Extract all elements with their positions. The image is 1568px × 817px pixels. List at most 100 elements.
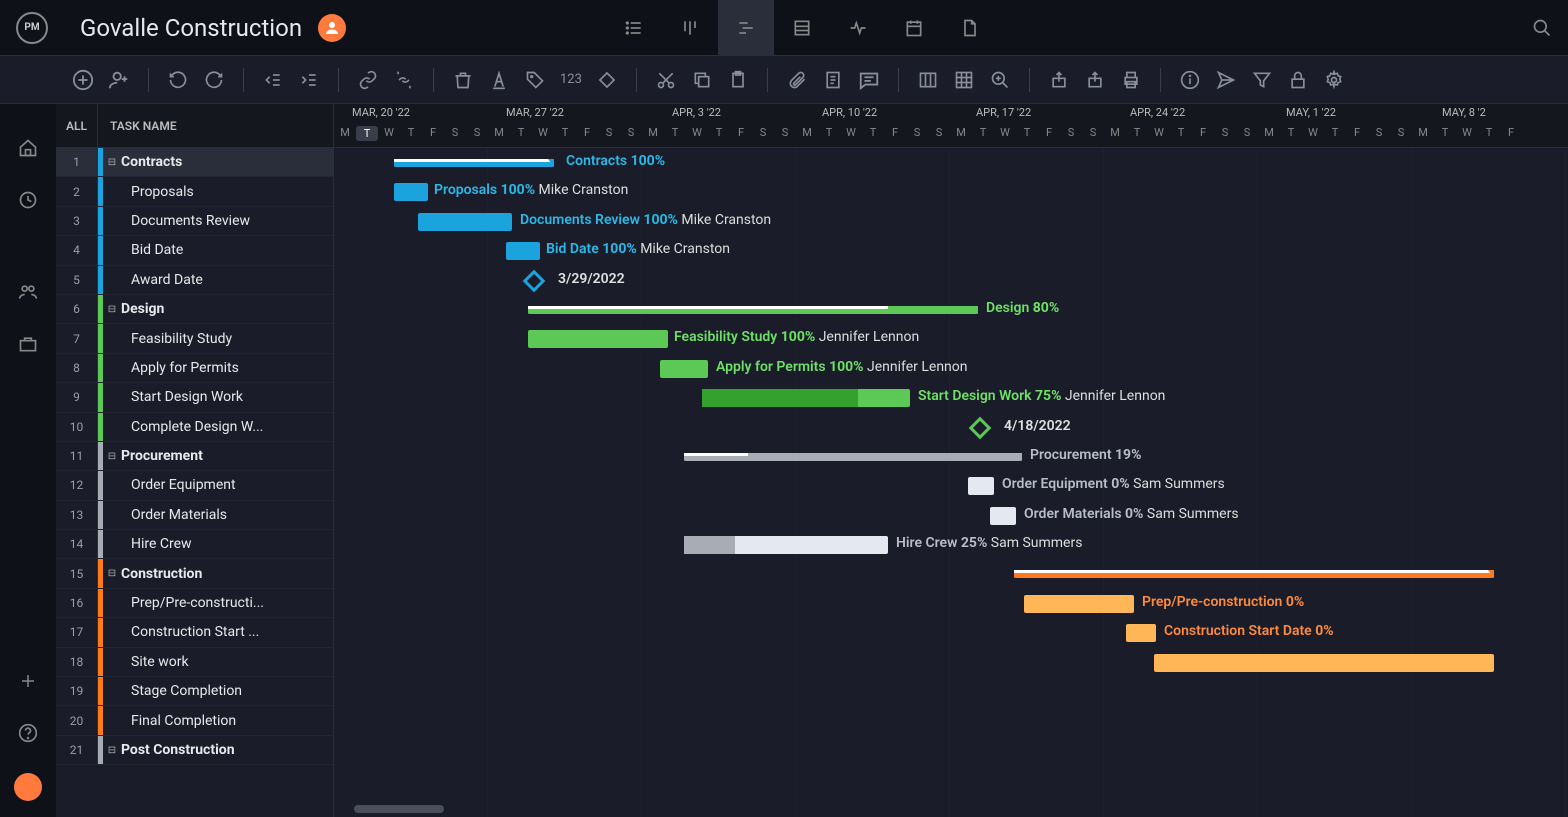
note-icon[interactable]: [822, 69, 844, 91]
gantt-bar[interactable]: [394, 183, 428, 201]
user-avatar[interactable]: [14, 773, 42, 801]
gantt-bar[interactable]: [660, 360, 708, 378]
collapse-icon[interactable]: ⊟: [105, 568, 119, 579]
gantt-bar[interactable]: [394, 159, 554, 167]
gantt-bar[interactable]: [684, 536, 888, 554]
task-row[interactable]: 8Apply for Permits: [56, 354, 333, 383]
task-row[interactable]: 5Award Date: [56, 266, 333, 295]
columns-icon[interactable]: [917, 69, 939, 91]
info-icon[interactable]: [1179, 69, 1201, 91]
task-row[interactable]: 4Bid Date: [56, 236, 333, 265]
task-row[interactable]: 20Final Completion: [56, 706, 333, 735]
add-nav-icon[interactable]: [16, 669, 40, 693]
file-view-icon[interactable]: [942, 0, 998, 56]
gantt-view-icon[interactable]: [718, 0, 774, 56]
milestone-marker[interactable]: [969, 416, 992, 439]
collapse-icon[interactable]: ⊟: [105, 745, 119, 756]
task-row[interactable]: 15⊟Construction: [56, 559, 333, 588]
export-icon[interactable]: [1084, 69, 1106, 91]
sheet-view-icon[interactable]: [774, 0, 830, 56]
task-row[interactable]: 6⊟Design: [56, 295, 333, 324]
gantt-bar[interactable]: [990, 507, 1016, 525]
task-row[interactable]: 19Stage Completion: [56, 677, 333, 706]
help-icon[interactable]: [16, 721, 40, 745]
briefcase-icon[interactable]: [16, 332, 40, 356]
row-number: 11: [56, 442, 98, 470]
collapse-icon[interactable]: ⊟: [105, 157, 119, 168]
task-row[interactable]: 2Proposals: [56, 177, 333, 206]
gantt-row: Order Equipment 0% Sam Summers: [334, 471, 1568, 500]
gantt-bar[interactable]: [1126, 624, 1156, 642]
diamond-icon[interactable]: [596, 69, 618, 91]
task-row[interactable]: 16Prep/Pre-constructi...: [56, 589, 333, 618]
list-view-icon[interactable]: [606, 0, 662, 56]
gantt-bar[interactable]: [702, 389, 910, 407]
cut-icon[interactable]: [655, 69, 677, 91]
send-icon[interactable]: [1215, 69, 1237, 91]
calendar-view-icon[interactable]: [886, 0, 942, 56]
gantt-body[interactable]: Contracts 100%Proposals 100% Mike Cranst…: [334, 148, 1568, 817]
milestone-marker[interactable]: [523, 269, 546, 292]
comment-icon[interactable]: [858, 69, 880, 91]
filter-icon[interactable]: [1251, 69, 1273, 91]
task-row[interactable]: 12Order Equipment: [56, 471, 333, 500]
team-icon[interactable]: [16, 280, 40, 304]
gantt-bar[interactable]: [528, 330, 668, 348]
import-icon[interactable]: [1048, 69, 1070, 91]
text-format-icon[interactable]: [488, 69, 510, 91]
redo-icon[interactable]: [203, 69, 225, 91]
logo-pm[interactable]: PM: [16, 12, 48, 44]
day-label: W: [686, 126, 708, 139]
indent-icon[interactable]: [298, 69, 320, 91]
collapse-icon[interactable]: ⊟: [105, 304, 119, 315]
task-row[interactable]: 7Feasibility Study: [56, 324, 333, 353]
task-row[interactable]: 9Start Design Work: [56, 383, 333, 412]
outdent-icon[interactable]: [262, 69, 284, 91]
gantt-bar[interactable]: [1024, 595, 1134, 613]
grid-icon[interactable]: [953, 69, 975, 91]
settings-icon[interactable]: [1323, 69, 1345, 91]
task-row[interactable]: 18Site work: [56, 648, 333, 677]
horizontal-scrollbar[interactable]: [354, 805, 444, 813]
col-name-header[interactable]: TASK NAME: [98, 119, 177, 133]
add-user-icon[interactable]: [108, 69, 130, 91]
task-row[interactable]: 10Complete Design W...: [56, 413, 333, 442]
activity-view-icon[interactable]: [830, 0, 886, 56]
task-row[interactable]: 13Order Materials: [56, 501, 333, 530]
day-label: S: [752, 126, 774, 139]
task-row[interactable]: 3Documents Review: [56, 207, 333, 236]
recent-icon[interactable]: [16, 188, 40, 212]
row-number: 7: [56, 324, 98, 352]
link-icon[interactable]: [357, 69, 379, 91]
home-icon[interactable]: [16, 136, 40, 160]
print-icon[interactable]: [1120, 69, 1142, 91]
gantt-bar[interactable]: [506, 242, 540, 260]
gantt-bar[interactable]: [1014, 570, 1494, 578]
delete-icon[interactable]: [452, 69, 474, 91]
copy-icon[interactable]: [691, 69, 713, 91]
paste-icon[interactable]: [727, 69, 749, 91]
lock-icon[interactable]: [1287, 69, 1309, 91]
search-icon[interactable]: [1532, 18, 1552, 38]
task-label: Hire Crew: [131, 536, 192, 552]
gantt-bar[interactable]: [418, 213, 512, 231]
task-row[interactable]: 1⊟Contracts: [56, 148, 333, 177]
task-row[interactable]: 21⊟Post Construction: [56, 736, 333, 765]
task-row[interactable]: 17Construction Start ...: [56, 618, 333, 647]
add-icon[interactable]: [72, 69, 94, 91]
col-all-header[interactable]: ALL: [56, 104, 98, 147]
task-row[interactable]: 14Hire Crew: [56, 530, 333, 559]
gantt-bar[interactable]: [684, 453, 1022, 461]
gantt-bar[interactable]: [528, 306, 978, 314]
gantt-bar[interactable]: [968, 477, 994, 495]
task-row[interactable]: 11⊟Procurement: [56, 442, 333, 471]
undo-icon[interactable]: [167, 69, 189, 91]
collapse-icon[interactable]: ⊟: [105, 451, 119, 462]
gantt-bar[interactable]: [1154, 654, 1494, 672]
project-avatar[interactable]: [318, 14, 346, 42]
tag-icon[interactable]: [524, 69, 546, 91]
unlink-icon[interactable]: [393, 69, 415, 91]
board-view-icon[interactable]: [662, 0, 718, 56]
zoom-icon[interactable]: [989, 69, 1011, 91]
attachment-icon[interactable]: [786, 69, 808, 91]
